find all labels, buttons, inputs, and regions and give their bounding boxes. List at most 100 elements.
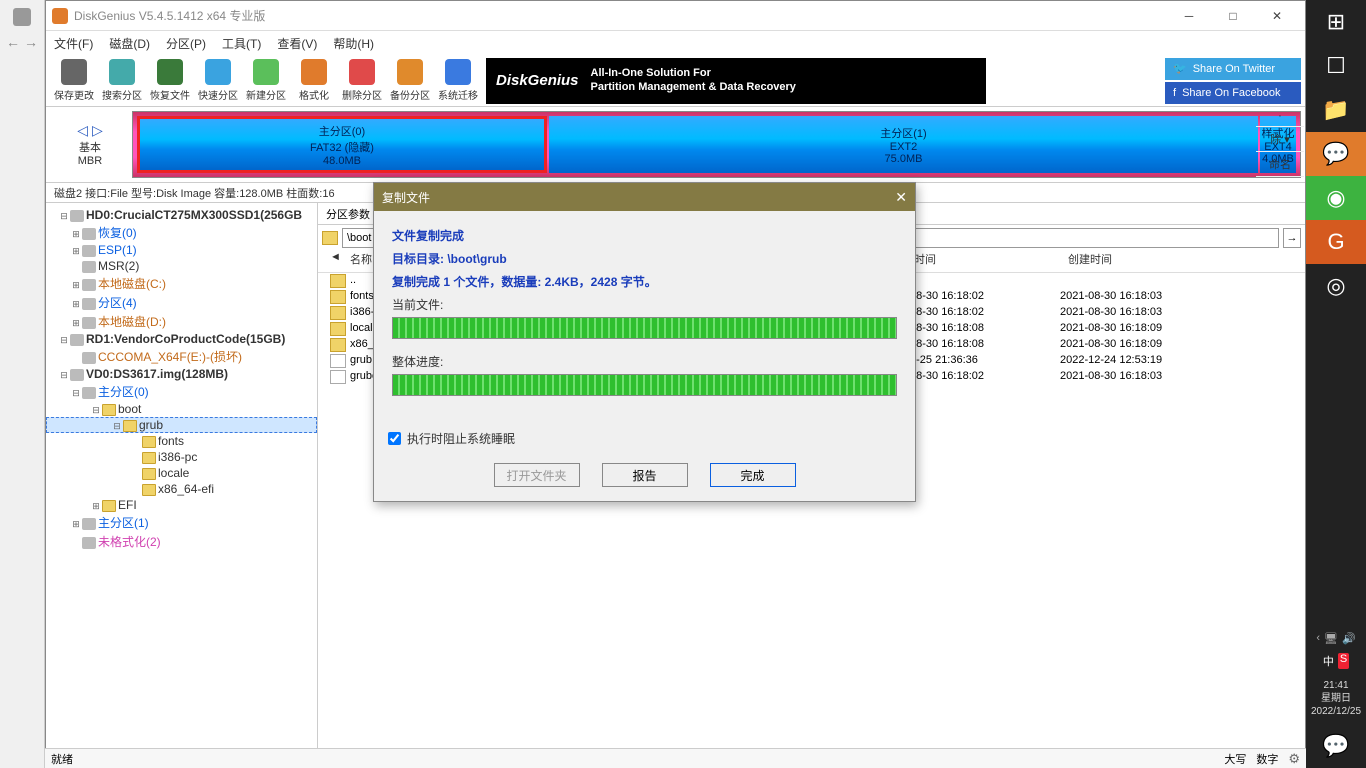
forward-icon[interactable]: → — [24, 34, 38, 50]
start-icon[interactable]: ⊞ — [1306, 0, 1366, 44]
tree-locale[interactable]: locale — [46, 465, 317, 481]
diskgenius-icon[interactable]: ◉ — [1306, 176, 1366, 220]
search-partition-button[interactable]: 搜索分区 — [98, 56, 146, 106]
wechat-icon[interactable]: 💬 — [1306, 132, 1366, 176]
tree-i386[interactable]: i386-pc — [46, 449, 317, 465]
tree-fonts[interactable]: fonts — [46, 433, 317, 449]
app-icon[interactable]: G — [1306, 220, 1366, 264]
tab-partition-params[interactable]: 分区参数 — [318, 203, 379, 224]
minimize-button[interactable]: ─ — [1167, 1, 1211, 31]
file-icon — [330, 354, 346, 368]
gutter-item[interactable]: 除 ▾ — [1256, 127, 1304, 152]
tree-unformatted[interactable]: 未格式化(2) — [46, 532, 317, 551]
disk-tree: ⊟HD0:CrucialCT275MX300SSD1(256GB ⊞恢复(0) … — [46, 203, 318, 749]
tray-expand-icon[interactable]: ‹🖥🔊 — [1314, 628, 1357, 649]
file-cre: 2021-08-30 16:18:09 — [1060, 322, 1210, 336]
explorer-icon[interactable]: 📁 — [1306, 88, 1366, 132]
folder-icon — [322, 231, 338, 245]
file-mod: 08-30 16:18:02 — [910, 370, 1060, 384]
partition-0[interactable]: 主分区(0)FAT32 (隐藏)48.0MB — [137, 116, 547, 173]
folder-icon — [330, 322, 346, 336]
finish-button[interactable]: 完成 — [710, 463, 796, 487]
tree-efi[interactable]: ⊞EFI — [46, 497, 317, 513]
gutter-item[interactable]: · — [1256, 106, 1304, 127]
disk-type-info: ◁ ▷ 基本MBR — [50, 111, 130, 178]
gear-icon[interactable]: ⚙ — [1288, 751, 1300, 767]
current-file-label: 当前文件: — [392, 296, 897, 313]
tree-esp[interactable]: ⊞ESP(1) — [46, 242, 317, 258]
taskview-icon[interactable]: ☐ — [1306, 44, 1366, 88]
right-gutter: · 除 ▾ 命名 — [1256, 106, 1304, 177]
delete-partition-button[interactable]: 删除分区 — [338, 56, 386, 106]
menu-partition[interactable]: 分区(P) — [166, 35, 206, 52]
dialog-titlebar: 复制文件 ✕ — [374, 183, 915, 211]
tree-cccoma[interactable]: CCCOMA_X64F(E:)-(损坏) — [46, 347, 317, 366]
tree-msr[interactable]: MSR(2) — [46, 258, 317, 274]
tree-recovery[interactable]: ⊞恢复(0) — [46, 223, 317, 242]
quick-partition-button[interactable]: 快速分区 — [194, 56, 242, 106]
col-mod[interactable]: 时间 — [914, 251, 1064, 272]
folder-icon — [330, 306, 346, 320]
col-cre[interactable]: 创建时间 — [1068, 251, 1218, 272]
system-migration-button[interactable]: 系统迁移 — [434, 56, 482, 106]
tree-local-c[interactable]: ⊞本地磁盘(C:) — [46, 274, 317, 293]
ime-indicator[interactable]: 中S — [1321, 649, 1351, 673]
brand-banner: DiskGenius All-In-One Solution ForPartit… — [486, 58, 986, 104]
file-mod: 08-30 16:18:02 — [910, 290, 1060, 304]
close-button[interactable]: ✕ — [1255, 1, 1299, 31]
total-progress-label: 整体进度: — [392, 353, 897, 370]
menu-file[interactable]: 文件(F) — [54, 35, 93, 52]
menu-tools[interactable]: 工具(T) — [222, 35, 261, 52]
back-icon[interactable]: ◄ — [330, 251, 346, 272]
tree-main1[interactable]: ⊞主分区(1) — [46, 513, 317, 532]
edge-icon[interactable]: ◎ — [1306, 264, 1366, 308]
file-cre — [1060, 274, 1210, 288]
tree-vd0[interactable]: ⊟VD0:DS3617.img(128MB) — [46, 366, 317, 382]
file-mod: 2-25 21:36:36 — [910, 354, 1060, 368]
status-ready: 就绪 — [51, 751, 73, 767]
backup-partition-button[interactable]: 备份分区 — [386, 56, 434, 106]
recover-files-button[interactable]: 恢复文件 — [146, 56, 194, 106]
file-icon — [330, 370, 346, 384]
tree-local-d[interactable]: ⊞本地磁盘(D:) — [46, 312, 317, 331]
status-num: 数字 — [1256, 751, 1278, 767]
tree-rd1[interactable]: ⊟RD1:VendorCoProductCode(15GB) — [46, 331, 317, 347]
tree-part4[interactable]: ⊞分区(4) — [46, 293, 317, 312]
prevent-sleep-input[interactable] — [388, 432, 401, 445]
back-icon[interactable]: ← — [6, 34, 20, 50]
menu-disk[interactable]: 磁盘(D) — [109, 35, 150, 52]
file-mod — [910, 274, 1060, 288]
save-button[interactable]: 保存更改 — [50, 56, 98, 106]
tree-boot[interactable]: ⊟boot — [46, 401, 317, 417]
tab-icon[interactable] — [13, 8, 31, 26]
go-button[interactable]: → — [1283, 228, 1301, 248]
file-cre: 2021-08-30 16:18:03 — [1060, 370, 1210, 384]
clock[interactable]: 21:41星期日2022/12/25 — [1309, 673, 1363, 724]
gutter-item[interactable]: 命名 — [1256, 152, 1304, 177]
copy-summary-text: 复制完成 1 个文件，数据量: 2.4KB，2428 字节。 — [392, 273, 897, 290]
file-cre: 2021-08-30 16:18:03 — [1060, 290, 1210, 304]
menu-view[interactable]: 查看(V) — [277, 35, 317, 52]
new-partition-button[interactable]: 新建分区 — [242, 56, 290, 106]
dialog-close-button[interactable]: ✕ — [895, 189, 907, 206]
open-folder-button: 打开文件夹 — [494, 463, 580, 487]
tree-hd0[interactable]: ⊟HD0:CrucialCT275MX300SSD1(256GB — [46, 207, 317, 223]
share-twitter-button[interactable]: 🐦Share On Twitter — [1165, 58, 1301, 80]
facebook-icon: f — [1173, 87, 1176, 99]
report-button[interactable]: 报告 — [602, 463, 688, 487]
nav-arrows-icon[interactable]: ◁ ▷ — [77, 122, 102, 139]
statusbar: 就绪 大写 数字 ⚙ — [45, 748, 1306, 768]
notifications-icon[interactable]: 💬 — [1306, 724, 1366, 768]
partition-map: ◁ ▷ 基本MBR 主分区(0)FAT32 (隐藏)48.0MB 主分区(1)E… — [46, 107, 1305, 183]
share-facebook-button[interactable]: fShare On Facebook — [1165, 82, 1301, 104]
maximize-button[interactable]: □ — [1211, 1, 1255, 31]
menu-help[interactable]: 帮助(H) — [333, 35, 374, 52]
toolbar: 保存更改 搜索分区 恢复文件 快速分区 新建分区 格式化 删除分区 备份分区 系… — [46, 55, 1305, 107]
format-button[interactable]: 格式化 — [290, 56, 338, 106]
partition-1[interactable]: 主分区(1)EXT275.0MB — [549, 116, 1258, 173]
file-cre: 2022-12-24 12:53:19 — [1060, 354, 1210, 368]
tree-x86[interactable]: x86_64-efi — [46, 481, 317, 497]
tree-grub[interactable]: ⊟grub — [46, 417, 317, 433]
tree-main0[interactable]: ⊟主分区(0) — [46, 382, 317, 401]
prevent-sleep-checkbox[interactable]: 执行时阻止系统睡眠 — [388, 430, 901, 447]
